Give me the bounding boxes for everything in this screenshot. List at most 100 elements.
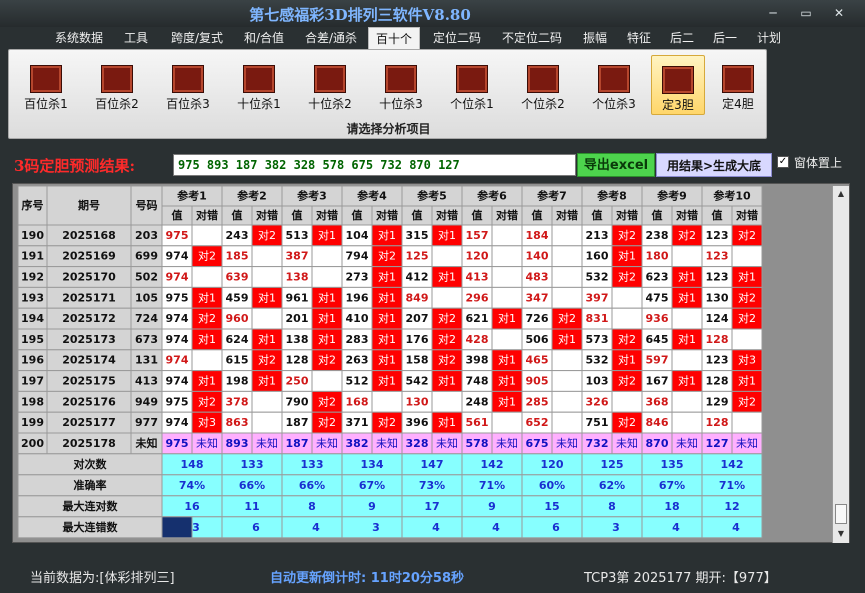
- ribbon-button-5[interactable]: 十位杀2: [299, 55, 361, 115]
- subheader-hit-label: 对错: [496, 208, 518, 222]
- hit-cell-text: 对2: [618, 332, 636, 346]
- hit-cell-text: 对1: [378, 228, 396, 242]
- ribbon-button-6[interactable]: 十位杀3: [370, 55, 432, 115]
- ribbon-button-1[interactable]: 百位杀1: [15, 55, 77, 115]
- generate-base-button[interactable]: 用结果>生成大底: [656, 153, 772, 177]
- summary-value: 66%: [239, 479, 265, 492]
- summary-value: 148: [181, 458, 204, 471]
- export-excel-button[interactable]: 导出excel: [577, 153, 655, 177]
- value-cell-text: 936: [646, 312, 669, 325]
- subheader-hit-label: 对错: [616, 208, 638, 222]
- summary-value: 4: [432, 521, 440, 534]
- value-cell-text: 578: [466, 437, 489, 450]
- hit-cell-text: 对1: [678, 290, 696, 304]
- value-cell-text: 615: [226, 354, 249, 367]
- subheader-hit-label: 对错: [316, 208, 338, 222]
- topmost-checkbox[interactable]: ✓: [777, 156, 789, 168]
- hit-cell: [491, 224, 523, 247]
- hit-cell-text: 对1: [318, 311, 336, 325]
- group-header-label: 参考10: [713, 189, 751, 203]
- minimize-icon[interactable]: ─: [760, 4, 786, 22]
- ribbon-button-2[interactable]: 百位杀2: [86, 55, 148, 115]
- row-issue: 2025168: [62, 229, 116, 242]
- hit-cell-text: 未知: [616, 436, 638, 450]
- menu-item-8[interactable]: 不定位二码: [492, 27, 572, 49]
- row-num: 203: [135, 229, 158, 242]
- menu-item-10[interactable]: 特征: [618, 27, 660, 49]
- menu-item-2[interactable]: 工具: [112, 27, 160, 49]
- value-cell-text: 459: [226, 291, 249, 304]
- scroll-up-icon[interactable]: ▲: [833, 186, 849, 202]
- hit-cell-text: 对1: [738, 270, 756, 284]
- data-grid-canvas: 序号 期号 号码参考1值 对错参考2值 对错参考3值 对错参考4值 对错参考5值 对错参考6值…: [17, 185, 763, 539]
- menu-item-1[interactable]: 系统数据: [44, 27, 114, 49]
- hit-cell: [491, 328, 523, 351]
- scroll-down-icon[interactable]: ▼: [833, 526, 849, 542]
- value-cell-text: 732: [586, 437, 609, 450]
- hit-cell-text: 对1: [438, 415, 456, 429]
- menu-item-3[interactable]: 跨度/复式: [162, 27, 232, 49]
- value-cell-text: 573: [586, 333, 609, 346]
- hit-cell: [371, 390, 403, 413]
- value-cell-text: 378: [226, 395, 249, 408]
- hit-cell: [311, 370, 343, 392]
- hit-cell-text: 对1: [378, 270, 396, 284]
- hit-cell-text: 未知: [556, 436, 578, 450]
- value-cell-text: 187: [286, 437, 309, 450]
- hit-cell-text: 对1: [258, 332, 276, 346]
- prediction-result-field[interactable]: 975 893 187 382 328 578 675 732 870 127: [173, 154, 576, 176]
- row-issue: 2025178: [62, 437, 116, 450]
- summary-value: 6: [252, 521, 260, 534]
- ribbon-button-label: 个位杀1: [450, 97, 494, 111]
- column-header-label: 期号: [78, 198, 100, 212]
- hit-cell-text: 对2: [678, 228, 696, 242]
- row-num: 未知: [135, 436, 158, 450]
- ribbon-button-9[interactable]: 个位杀3: [583, 55, 645, 115]
- ribbon-button-10[interactable]: 定3胆: [651, 55, 705, 115]
- ribbon-caption: 请选择分析项目: [346, 122, 431, 136]
- menu-item-12[interactable]: 后一: [706, 27, 744, 49]
- menu-item-6[interactable]: 百十个: [368, 27, 420, 49]
- row-num: 699: [135, 250, 158, 263]
- summary-value: 142: [481, 458, 504, 471]
- row-seq: 193: [21, 291, 44, 304]
- ribbon-button-7[interactable]: 个位杀1: [441, 55, 503, 115]
- maximize-icon[interactable]: ▭: [793, 4, 819, 22]
- scroll-thumb[interactable]: [835, 504, 847, 524]
- menu-item-13[interactable]: 计划: [752, 27, 786, 49]
- menu-item-9[interactable]: 振幅: [574, 27, 616, 49]
- hit-cell-text: 对2: [318, 353, 336, 367]
- summary-value: 73%: [419, 479, 445, 492]
- subheader-hit-label: 对错: [736, 208, 758, 222]
- row-issue: 2025177: [62, 416, 116, 429]
- row-issue: 2025171: [62, 291, 116, 304]
- chart-icon: [243, 65, 275, 93]
- menu-item-7[interactable]: 定位二码: [424, 27, 490, 49]
- menu-item-5[interactable]: 合差/通杀: [297, 27, 365, 49]
- row-seq: 196: [21, 354, 44, 367]
- subheader-hit-label: 对错: [376, 208, 398, 222]
- hit-cell: [671, 411, 703, 434]
- menu-item-4[interactable]: 和/合值: [234, 27, 294, 49]
- ribbon-button-3[interactable]: 百位杀3: [157, 55, 219, 115]
- menu-item-11[interactable]: 后二: [664, 27, 700, 49]
- ribbon-button-8[interactable]: 个位杀2: [512, 55, 574, 115]
- summary-value: 17: [424, 500, 439, 513]
- vertical-scrollbar[interactable]: ▲ ▼: [832, 186, 849, 543]
- hit-cell: [251, 245, 283, 268]
- ribbon-button-11[interactable]: 定4胆: [711, 55, 765, 115]
- value-cell-text: 870: [646, 437, 669, 450]
- hit-cell: [191, 266, 223, 288]
- close-icon[interactable]: ✕: [826, 4, 852, 22]
- ribbon-button-4[interactable]: 十位杀1: [228, 55, 290, 115]
- value-cell-text: 624: [226, 333, 249, 346]
- chart-icon: [30, 65, 62, 93]
- hit-cell-text: 对1: [438, 270, 456, 284]
- value-cell-text: 974: [166, 333, 189, 346]
- hit-cell-text: 未知: [676, 436, 698, 450]
- value-cell-text: 250: [286, 375, 309, 388]
- hit-cell: [491, 411, 523, 434]
- value-cell-text: 726: [526, 312, 549, 325]
- window-title: 第七感福彩3D排列三软件V8.80: [249, 6, 471, 24]
- summary-value: 8: [308, 500, 316, 513]
